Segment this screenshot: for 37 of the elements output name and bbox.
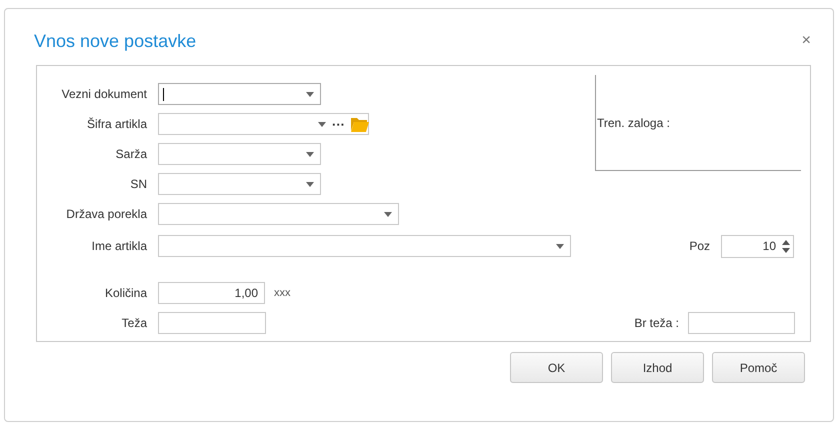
input-field[interactable] bbox=[158, 312, 266, 334]
text-cursor bbox=[163, 88, 164, 100]
field-label: Vezni dokument bbox=[60, 87, 147, 101]
dialog-title: Vnos nove postavke bbox=[34, 30, 196, 52]
spinner-arrows-icon[interactable] bbox=[782, 240, 790, 252]
field-label: Ime artikla bbox=[90, 239, 147, 253]
position-label: Poz bbox=[689, 239, 710, 253]
dropdown-field[interactable] bbox=[158, 83, 321, 105]
dropdown-arrow-icon[interactable] bbox=[306, 152, 314, 156]
dropdown-field[interactable] bbox=[158, 173, 321, 195]
close-icon[interactable]: × bbox=[802, 32, 811, 50]
dropdown-arrow-icon[interactable] bbox=[318, 122, 326, 126]
dropdown-field[interactable]: ··· bbox=[158, 113, 369, 135]
ok-button[interactable]: OK bbox=[510, 352, 603, 383]
gross-weight-label: Br teža : bbox=[634, 316, 679, 330]
field-label: Šifra artikla bbox=[86, 117, 147, 131]
dropdown-arrow-icon[interactable] bbox=[556, 244, 564, 248]
unit-label: xxx bbox=[274, 287, 290, 299]
dropdown-arrow-icon[interactable] bbox=[306, 92, 314, 96]
field-label: Država porekla bbox=[65, 207, 147, 221]
dropdown-field[interactable] bbox=[158, 235, 571, 257]
help-button[interactable]: Pomoč bbox=[712, 352, 805, 383]
dropdown-field[interactable] bbox=[158, 143, 321, 165]
field-label: Sarža bbox=[114, 147, 147, 161]
folder-icon[interactable] bbox=[351, 116, 369, 132]
dropdown-arrow-icon[interactable] bbox=[384, 212, 392, 216]
field-label: Teža bbox=[120, 316, 147, 330]
input-field[interactable]: 1,00 bbox=[158, 282, 265, 304]
field-label: Količina bbox=[104, 286, 147, 300]
field-label: SN bbox=[129, 177, 147, 191]
input-field[interactable] bbox=[688, 312, 795, 334]
dropdown-field[interactable] bbox=[158, 203, 399, 225]
position-spinner[interactable]: 10 bbox=[721, 234, 794, 258]
more-button[interactable]: ··· bbox=[332, 116, 345, 132]
dropdown-arrow-icon[interactable] bbox=[306, 182, 314, 186]
exit-button[interactable]: Izhod bbox=[611, 352, 704, 383]
stock-label: Tren. zaloga : bbox=[596, 116, 670, 130]
